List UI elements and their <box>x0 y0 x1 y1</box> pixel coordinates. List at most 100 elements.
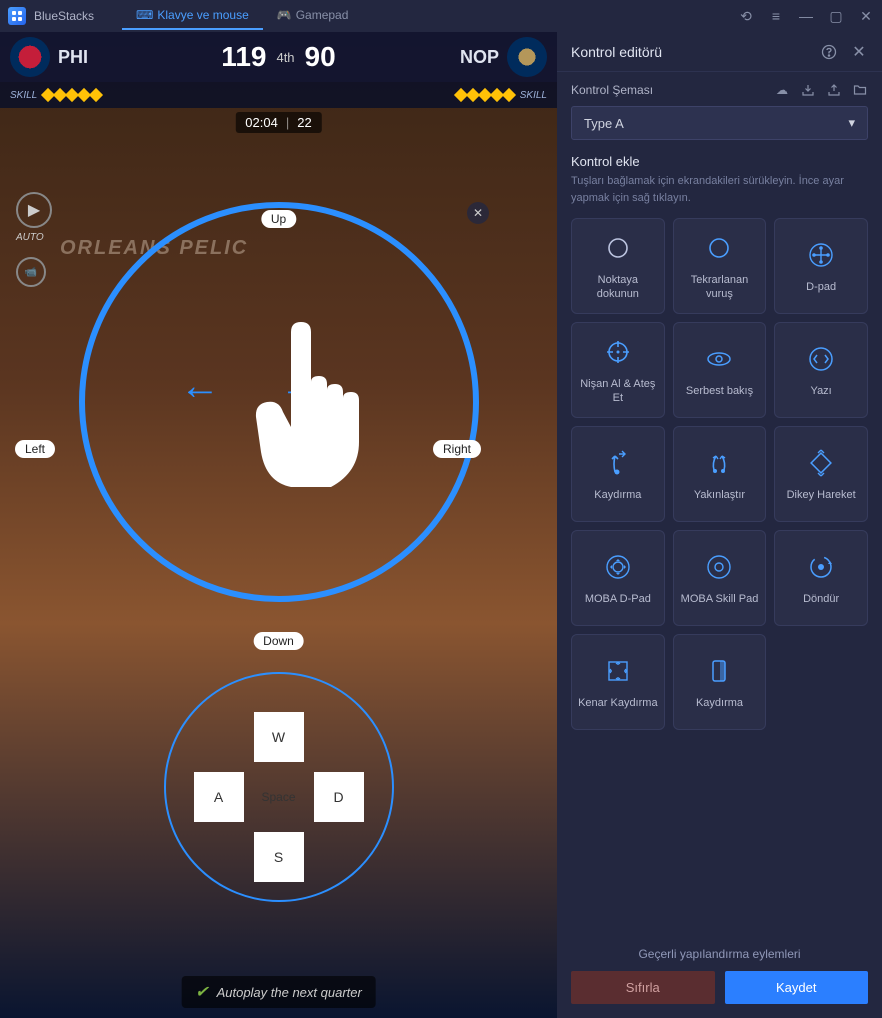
control-item-label: Kenar Kaydırma <box>578 696 657 710</box>
check-icon: ✔ <box>195 982 208 1002</box>
control-item-label: Serbest bakış <box>686 384 753 398</box>
export-button[interactable] <box>826 82 842 98</box>
add-description: Tuşları bağlamak için ekrandakileri sürü… <box>571 173 868 206</box>
control-item-label: Nişan Al & Ateş Et <box>576 377 660 406</box>
import-button[interactable] <box>800 82 816 98</box>
control-item-tilt[interactable]: Dikey Hareket <box>774 426 868 522</box>
label-up[interactable]: Up <box>261 210 296 228</box>
team-left-logo-icon <box>10 37 50 77</box>
control-item-dpad[interactable]: D-pad <box>774 218 868 314</box>
skill-label-left: SKILL <box>10 90 37 101</box>
key-space[interactable]: Space <box>256 774 302 820</box>
score-left: 119 <box>221 41 266 73</box>
add-control-section: Kontrol ekle Tuşları bağlamak için ekran… <box>557 140 882 744</box>
skill-label-right: SKILL <box>520 90 547 101</box>
chevron-down-icon: ▾ <box>848 115 855 131</box>
play-icon[interactable]: ▶ <box>16 192 52 228</box>
control-item-label: Döndür <box>803 592 839 606</box>
team-right-logo-icon <box>507 37 547 77</box>
hud-auto[interactable]: ▶ AUTO <box>16 192 52 243</box>
key-d[interactable]: D <box>314 772 364 822</box>
control-item-swipe[interactable]: Kaydırma <box>571 426 665 522</box>
control-item-script[interactable]: Yazı <box>774 322 868 418</box>
scroll-icon <box>702 654 736 688</box>
tab-gamepad[interactable]: 🎮Gamepad <box>263 2 363 30</box>
key-w[interactable]: W <box>254 712 304 762</box>
control-item-freelook[interactable]: Serbest bakış <box>673 322 767 418</box>
control-item-label: Yakınlaştır <box>694 488 745 502</box>
control-grid: Noktaya dokunun Tekrarlanan vuruş D-pad Niş… <box>571 218 868 730</box>
key-s[interactable]: S <box>254 832 304 882</box>
refresh-button[interactable]: ⟲ <box>738 8 754 24</box>
skill-dots-right <box>456 90 514 100</box>
tabs: ⌨Klavye ve mouse 🎮Gamepad <box>122 2 362 30</box>
schema-label: Kontrol Şeması <box>571 83 653 97</box>
maximize-button[interactable]: ▢ <box>828 8 844 24</box>
close-overlay-button[interactable]: ✕ <box>467 202 489 224</box>
auto-label: AUTO <box>16 232 52 243</box>
control-item-label: Yazı <box>811 384 832 398</box>
control-item-edge-scroll[interactable]: Kenar Kaydırma <box>571 634 665 730</box>
control-item-label: Dikey Hareket <box>787 488 856 502</box>
skill-bar: SKILL SKILL <box>0 82 557 108</box>
app-logo-icon <box>8 7 26 25</box>
label-right[interactable]: Right <box>433 440 481 458</box>
team-right-abbr: NOP <box>460 47 499 68</box>
key-a[interactable]: A <box>194 772 244 822</box>
control-item-rotate[interactable]: Döndür <box>774 530 868 626</box>
control-item-moba-skill[interactable]: MOBA Skill Pad <box>673 530 767 626</box>
control-item-label: Kaydırma <box>696 696 743 710</box>
control-item-moba-dpad[interactable]: MOBA D-Pad <box>571 530 665 626</box>
control-item-scroll[interactable]: Kaydırma <box>673 634 767 730</box>
aim-icon <box>601 335 635 369</box>
period: 4th <box>276 50 294 65</box>
control-editor-panel: Kontrol editörü ✕ Kontrol Şeması ☁ Type … <box>557 32 882 1018</box>
close-button[interactable]: ✕ <box>858 8 874 24</box>
reset-button[interactable]: Sıfırla <box>571 971 715 1004</box>
shot-clock: 22 <box>297 115 311 130</box>
panel-footer: Geçerli yapılandırma eylemleri Sıfırla K… <box>557 937 882 1018</box>
title-bar: BlueStacks ⌨Klavye ve mouse 🎮Gamepad ⟲ ≡… <box>0 0 882 32</box>
tap-icon <box>601 231 635 265</box>
dpad-icon <box>804 238 838 272</box>
label-left[interactable]: Left <box>15 440 55 458</box>
team-left: PHI <box>10 37 88 77</box>
rotate-icon <box>804 550 838 584</box>
help-button[interactable] <box>820 43 838 61</box>
panel-header: Kontrol editörü ✕ <box>557 32 882 72</box>
minimize-button[interactable]: — <box>798 8 814 24</box>
label-down[interactable]: Down <box>253 632 304 650</box>
folder-button[interactable] <box>852 82 868 98</box>
keyboard-icon: ⌨ <box>136 8 153 22</box>
control-item-label: Tekrarlanan vuruş <box>678 273 762 302</box>
moba-skill-icon <box>702 550 736 584</box>
gamepad-icon: 🎮 <box>277 8 292 22</box>
close-panel-button[interactable]: ✕ <box>850 43 868 61</box>
tab-keyboard-mouse[interactable]: ⌨Klavye ve mouse <box>122 2 263 30</box>
cloud-sync-button[interactable]: ☁ <box>774 82 790 98</box>
window-controls: ⟲ ≡ — ▢ ✕ <box>738 8 874 24</box>
dpad-keys: W A D S Space <box>204 712 354 882</box>
camera-button[interactable]: 📹 <box>16 257 46 287</box>
freelook-icon <box>702 342 736 376</box>
control-item-repeat[interactable]: Tekrarlanan vuruş <box>673 218 767 314</box>
panel-title: Kontrol editörü <box>571 44 662 60</box>
clock: 02:04 <box>245 115 278 130</box>
autoplay-bar[interactable]: ✔ Autoplay the next quarter <box>181 976 376 1008</box>
score-right: 90 <box>305 41 336 73</box>
team-left-abbr: PHI <box>58 47 88 68</box>
control-item-zoom[interactable]: Yakınlaştır <box>673 426 767 522</box>
edge-scroll-icon <box>601 654 635 688</box>
control-item-aim[interactable]: Nişan Al & Ateş Et <box>571 322 665 418</box>
schema-select[interactable]: Type A ▾ <box>571 106 868 140</box>
tilt-icon <box>804 446 838 480</box>
center-score: 119 4th 90 <box>221 41 335 73</box>
footer-label: Geçerli yapılandırma eylemleri <box>571 947 868 961</box>
control-item-tap[interactable]: Noktaya dokunun <box>571 218 665 314</box>
control-item-label: MOBA Skill Pad <box>681 592 759 606</box>
game-viewport[interactable]: PHI 119 4th 90 NOP SKILL SKILL 02:04 | 2… <box>0 32 557 1018</box>
menu-button[interactable]: ≡ <box>768 8 784 24</box>
save-button[interactable]: Kaydet <box>725 971 869 1004</box>
camera-icon: 📹 <box>25 267 37 278</box>
arrow-left-icon: ← <box>180 364 220 409</box>
